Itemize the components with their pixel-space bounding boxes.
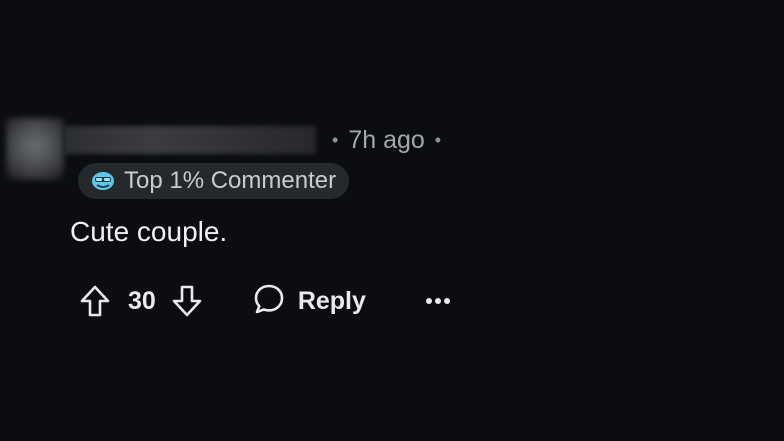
comment-body: Cute couple.	[70, 216, 228, 247]
comment: • 7h ago • Top 1% Commenter Cute couple.…	[0, 0, 784, 441]
comment-meta: • 7h ago •	[332, 124, 441, 156]
top-commenter-badge[interactable]: Top 1% Commenter	[78, 163, 350, 199]
meta-separator: •	[434, 129, 442, 150]
speech-bubble-icon	[252, 282, 286, 321]
vote-score: 30	[128, 286, 156, 315]
ellipsis-icon[interactable]	[418, 282, 458, 320]
meta-separator: •	[332, 129, 339, 150]
avatar[interactable]	[6, 118, 64, 180]
timestamp: 7h ago	[348, 125, 425, 154]
arrow-down-icon[interactable]	[170, 282, 204, 320]
comment-actions: 30 Reply	[78, 280, 458, 322]
commenter-badge-icon	[90, 170, 116, 192]
username-redacted[interactable]	[64, 126, 316, 154]
badge-label: Top 1% Commenter	[124, 167, 337, 194]
reply-label: Reply	[297, 286, 366, 315]
reply-button[interactable]: Reply	[252, 282, 366, 321]
arrow-up-icon[interactable]	[78, 282, 112, 320]
